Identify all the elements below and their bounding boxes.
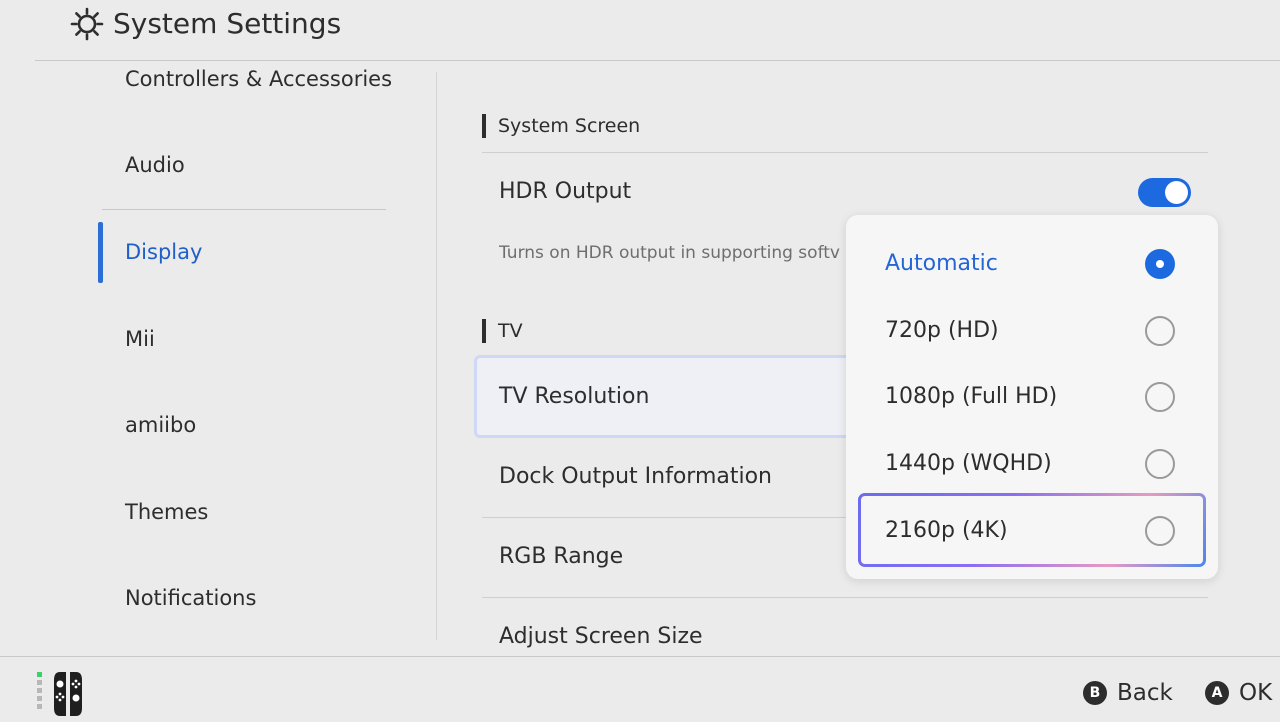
sidebar-active-indicator	[98, 222, 103, 283]
footer-divider	[0, 656, 1280, 657]
radio-unselected-icon[interactable]	[1145, 516, 1175, 546]
b-button-icon[interactable]: B	[1083, 681, 1107, 705]
sidebar-item-audio[interactable]: Audio	[125, 150, 185, 180]
radio-unselected-icon[interactable]	[1145, 316, 1175, 346]
section-marker	[482, 319, 486, 343]
section-title-system-screen: System Screen	[498, 115, 641, 137]
option-1440p[interactable]: 1440p (WQHD)	[846, 434, 1218, 494]
rgb-range-label[interactable]: RGB Range	[499, 542, 623, 572]
sidebar-item-themes[interactable]: Themes	[125, 497, 208, 527]
row-divider	[482, 597, 1208, 598]
option-label: 1080p (Full HD)	[885, 384, 1058, 409]
option-1080p[interactable]: 1080p (Full HD)	[846, 367, 1218, 427]
section-title-tv: TV	[498, 320, 523, 342]
tv-resolution-dropdown: Automatic 720p (HD) 1080p (Full HD) 1440…	[846, 215, 1218, 579]
adjust-screen-size-label[interactable]: Adjust Screen Size	[499, 622, 703, 652]
radio-unselected-icon[interactable]	[1145, 449, 1175, 479]
section-marker	[482, 114, 486, 138]
panel-divider	[436, 72, 437, 640]
dock-output-information-label[interactable]: Dock Output Information	[499, 462, 772, 492]
joycon-icon	[36, 670, 102, 718]
sidebar-item-display[interactable]: Display	[125, 237, 202, 267]
sidebar-item-amiibo[interactable]: amiibo	[125, 410, 196, 440]
sidebar-divider	[102, 209, 386, 210]
option-720p[interactable]: 720p (HD)	[846, 301, 1218, 361]
gear-icon	[70, 7, 104, 41]
option-label: Automatic	[885, 251, 998, 276]
ok-button-label[interactable]: OK	[1239, 678, 1272, 708]
option-label: 2160p (4K)	[885, 518, 1008, 543]
toggle-knob	[1165, 181, 1188, 204]
page-title: System Settings	[113, 7, 342, 40]
hdr-output-label[interactable]: HDR Output	[499, 177, 631, 207]
radio-selected-icon[interactable]	[1145, 249, 1175, 279]
hdr-output-description: Turns on HDR output in supporting softv	[499, 243, 840, 263]
sidebar-item-controllers[interactable]: Controllers & Accessories	[125, 64, 392, 94]
row-divider	[482, 152, 1208, 153]
sidebar-item-mii[interactable]: Mii	[125, 324, 155, 354]
tv-resolution-label[interactable]: TV Resolution	[499, 382, 649, 412]
option-label: 1440p (WQHD)	[885, 451, 1052, 476]
option-label: 720p (HD)	[885, 318, 999, 343]
header-divider	[35, 60, 1280, 61]
option-2160p[interactable]: 2160p (4K)	[846, 501, 1218, 561]
sidebar-item-notifications[interactable]: Notifications	[125, 583, 256, 613]
back-button-label[interactable]: Back	[1117, 678, 1173, 708]
radio-unselected-icon[interactable]	[1145, 382, 1175, 412]
a-button-icon[interactable]: A	[1205, 681, 1229, 705]
hdr-output-toggle[interactable]	[1138, 178, 1191, 207]
option-automatic[interactable]: Automatic	[846, 234, 1218, 294]
